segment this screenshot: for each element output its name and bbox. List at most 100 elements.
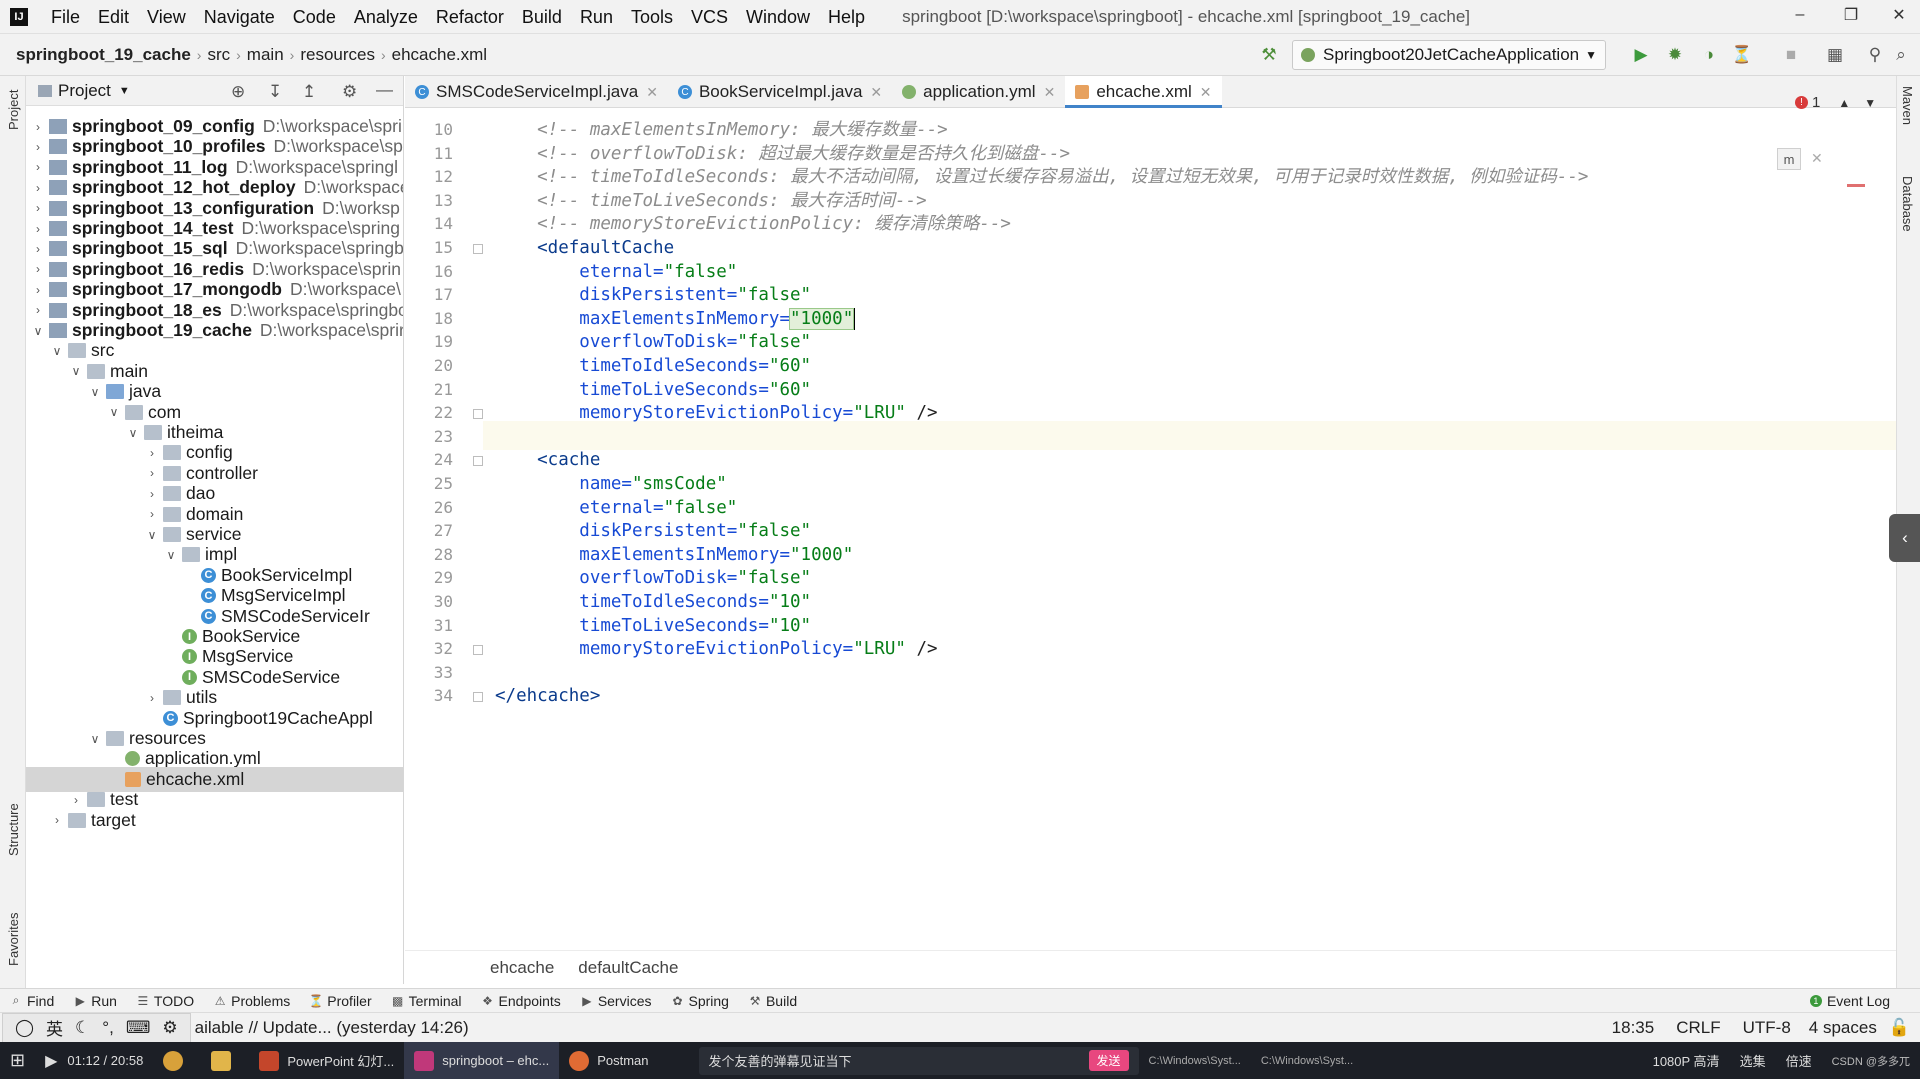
chevron-down-icon[interactable]: ∨ xyxy=(106,405,122,419)
close-icon[interactable]: ✕ xyxy=(1876,0,1920,30)
episode-select[interactable]: 选集 xyxy=(1730,1042,1776,1079)
fold-marker-icon[interactable] xyxy=(473,409,483,420)
danmaku-send-button[interactable]: 发送 xyxy=(1088,1050,1129,1071)
menu-code[interactable]: Code xyxy=(284,0,345,34)
editor-tab[interactable]: ehcache.xml ✕ xyxy=(1065,76,1222,108)
favorites-tool-button[interactable]: Favorites xyxy=(6,913,21,966)
chevron-right-icon[interactable]: › xyxy=(30,262,46,276)
run-configuration-select[interactable]: Springboot20JetCacheApplication ▼ xyxy=(1292,40,1606,70)
menu-help[interactable]: Help xyxy=(819,0,874,34)
chevron-right-icon[interactable]: › xyxy=(144,507,160,521)
moon-icon[interactable]: ☾ xyxy=(75,1018,90,1038)
expand-all-icon[interactable]: ↧ xyxy=(268,82,282,102)
tool-window-run[interactable]: ▶ Run xyxy=(64,993,127,1009)
taskbar-cmd-1[interactable]: C:\Windows\Syst... xyxy=(1139,1042,1251,1079)
chevron-right-icon[interactable]: › xyxy=(144,487,160,501)
tool-window-terminal[interactable]: ▩ Terminal xyxy=(382,993,472,1009)
speed-select[interactable]: 倍速 xyxy=(1776,1042,1822,1079)
tool-window-profiler[interactable]: ⏳ Profiler xyxy=(300,993,381,1009)
indent-setting[interactable]: 4 spaces xyxy=(1809,1018,1877,1038)
close-tab-icon[interactable]: ✕ xyxy=(1044,84,1056,101)
caret-position[interactable]: 18:35 xyxy=(1612,1018,1655,1038)
breadcrumb-module[interactable]: springboot_19_cache xyxy=(10,45,197,65)
chevron-right-icon[interactable]: › xyxy=(30,201,46,215)
chevron-right-icon[interactable]: › xyxy=(68,793,84,807)
fold-marker-icon[interactable] xyxy=(473,692,483,703)
danmaku-input[interactable]: 发个友善的弹幕见证当下 发送 xyxy=(698,1046,1139,1075)
taskbar-cmd-2[interactable]: C:\Windows\Syst... xyxy=(1251,1042,1363,1079)
chevron-down-icon[interactable]: ∨ xyxy=(87,732,103,746)
project-tool-button[interactable]: Project xyxy=(6,90,21,130)
chevron-down-icon[interactable]: ∨ xyxy=(30,324,46,338)
menu-view[interactable]: View xyxy=(138,0,195,34)
menu-tools[interactable]: Tools xyxy=(622,0,682,34)
tool-window-services[interactable]: ▶ Services xyxy=(571,993,662,1009)
debug-icon[interactable]: ✹ xyxy=(1664,44,1686,66)
chevron-down-icon[interactable]: ▼ xyxy=(1864,96,1876,110)
gear-icon[interactable]: ⚙ xyxy=(342,82,357,102)
close-tab-icon[interactable]: ✕ xyxy=(1200,84,1212,101)
play-icon[interactable]: ▶ xyxy=(35,1042,67,1079)
chevron-right-icon[interactable]: › xyxy=(30,120,46,134)
taskbar-postman[interactable]: Postman xyxy=(559,1042,658,1079)
chevron-right-icon[interactable]: › xyxy=(49,813,65,827)
editor-tab[interactable]: application.yml ✕ xyxy=(892,76,1065,108)
chevron-up-icon[interactable]: ▲ xyxy=(1838,96,1850,110)
menu-build[interactable]: Build xyxy=(513,0,571,34)
tool-window-todo[interactable]: ☰ TODO xyxy=(127,993,204,1009)
close-tab-icon[interactable]: ✕ xyxy=(870,84,882,101)
fold-marker-icon[interactable] xyxy=(473,645,483,656)
menu-window[interactable]: Window xyxy=(737,0,819,34)
status-message[interactable]: ailable // Update... (yesterday 14:26) xyxy=(195,1018,469,1038)
close-notification-icon[interactable]: ✕ xyxy=(1811,150,1823,167)
side-panel-toggle-icon[interactable]: ‹ xyxy=(1889,514,1920,562)
structure-tool-button[interactable]: Structure xyxy=(6,803,21,856)
coverage-icon[interactable]: ◑ xyxy=(1698,44,1720,66)
menu-file[interactable]: File xyxy=(42,0,89,34)
lock-icon[interactable]: 🔓 xyxy=(1889,1018,1910,1038)
chevron-right-icon[interactable]: › xyxy=(30,181,46,195)
chevron-right-icon[interactable]: › xyxy=(30,222,46,236)
chevron-right-icon[interactable]: › xyxy=(30,303,46,317)
chevron-right-icon[interactable]: › xyxy=(30,140,46,154)
search-everywhere-icon[interactable]: ⚲ xyxy=(1864,44,1886,66)
fold-marker-icon[interactable] xyxy=(473,456,483,467)
chevron-down-icon[interactable]: ∨ xyxy=(49,344,65,358)
menu-vcs[interactable]: VCS xyxy=(682,0,737,34)
chevron-right-icon[interactable]: › xyxy=(30,242,46,256)
editor-tab[interactable]: C SMSCodeServiceImpl.java ✕ xyxy=(405,76,668,108)
code-area[interactable]: <!-- maxElementsInMemory: 最大缓存数量--> <!--… xyxy=(495,108,1885,948)
maven-reload-icon[interactable]: m xyxy=(1777,148,1801,170)
chevron-right-icon[interactable]: › xyxy=(144,466,160,480)
menu-analyze[interactable]: Analyze xyxy=(345,0,427,34)
chevron-down-icon[interactable]: ∨ xyxy=(125,426,141,440)
tool-window-spring[interactable]: ✿ Spring xyxy=(662,993,739,1009)
menu-navigate[interactable]: Navigate xyxy=(195,0,284,34)
fold-marker-icon[interactable] xyxy=(473,244,483,254)
chevron-right-icon[interactable]: › xyxy=(30,283,46,297)
error-stripe-mark[interactable] xyxy=(1847,184,1865,187)
profile-icon[interactable]: ⏳ xyxy=(1731,44,1753,66)
start-icon[interactable]: ⊞ xyxy=(0,1042,35,1079)
ime-logo-icon[interactable]: ◯ xyxy=(15,1018,34,1038)
hide-icon[interactable]: — xyxy=(376,80,393,100)
breadcrumb-file[interactable]: ehcache.xml xyxy=(386,45,493,65)
keyboard-icon[interactable]: ⌨ xyxy=(126,1018,151,1038)
chevron-right-icon[interactable]: › xyxy=(144,691,160,705)
breadcrumb-resources[interactable]: resources xyxy=(294,45,381,65)
chevron-down-icon[interactable]: ▼ xyxy=(119,85,130,97)
taskbar-intellij[interactable]: springboot – ehc... xyxy=(404,1042,560,1079)
tree-item[interactable]: › target xyxy=(26,808,403,833)
explorer-icon[interactable] xyxy=(201,1042,249,1079)
hammer-build-icon[interactable]: ⚒ xyxy=(1258,44,1280,66)
gear-icon[interactable]: ⚙ xyxy=(162,1018,177,1038)
chevron-down-icon[interactable]: ∨ xyxy=(144,528,160,542)
chevron-down-icon[interactable]: ∨ xyxy=(68,364,84,378)
tool-window-build[interactable]: ⚒ Build xyxy=(739,993,807,1009)
breadcrumb-ehcache[interactable]: ehcache xyxy=(490,958,554,978)
tool-window-problems[interactable]: ⚠ Problems xyxy=(204,993,300,1009)
punctuation-icon[interactable]: °, xyxy=(102,1018,114,1038)
inspection-widget[interactable]: ! 1 ▲ ▼ xyxy=(1795,94,1876,111)
tool-window-find[interactable]: ⌕ Find xyxy=(0,993,64,1009)
maximize-icon[interactable]: ❐ xyxy=(1828,0,1874,30)
